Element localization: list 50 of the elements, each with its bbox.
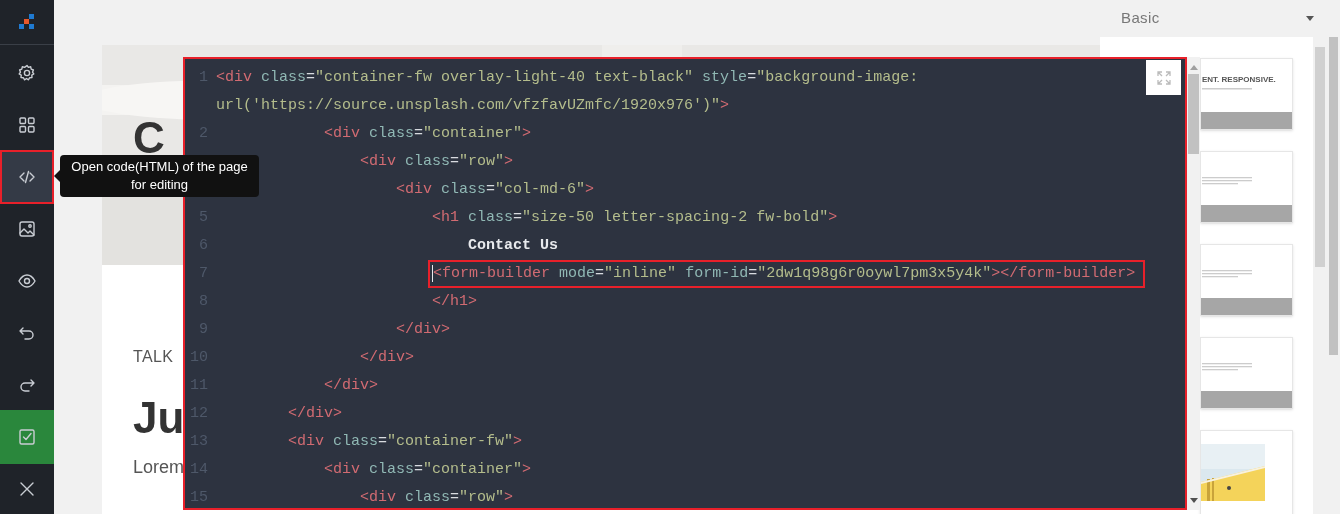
code-icon [18, 168, 36, 186]
code-line: <div class="row"> [360, 489, 514, 506]
code-line: <div class="container-fw overlay-light-40 text-black" style="background-image: url('https://source.unsplash.com/vfzfavUZmfc/1920x976')"> [216, 69, 920, 114]
eye-icon [18, 272, 36, 290]
code-line: Contact Us [468, 237, 559, 254]
section-heading: Ju [133, 393, 185, 443]
text-lines-icon [1202, 177, 1252, 185]
code-line: </h1> [432, 293, 478, 310]
code-line: <div class="col-md-6"> [396, 181, 595, 198]
body-text: Lorem [133, 456, 185, 479]
checkbox-icon [18, 428, 36, 446]
section-eyebrow: TALK [133, 347, 174, 367]
scrollbar-thumb[interactable] [1315, 47, 1325, 267]
code-line: <div class="container-fw"> [288, 433, 523, 450]
tooltip: Open code(HTML) of the page for editing [60, 155, 259, 197]
block-thumbnail[interactable] [1200, 151, 1293, 223]
scroll-down-icon[interactable] [1189, 498, 1198, 503]
grid-icon [18, 116, 36, 134]
code-line: <div class="row"> [360, 153, 514, 170]
expand-icon [1156, 70, 1171, 85]
text-lines-icon [1202, 363, 1252, 371]
block-title: ENT. RESPONSIVE. [1202, 75, 1276, 85]
block-thumbnail[interactable] [1200, 337, 1293, 409]
code-line: </div> [396, 321, 451, 338]
close-icon [18, 480, 36, 498]
tooltip-pointer [54, 170, 60, 182]
text-lines-icon [1202, 270, 1252, 278]
block-thumbnail[interactable] [1200, 430, 1293, 514]
code-line: <div class="container"> [324, 461, 532, 478]
code-line: <form-builder mode="inline" form-id="2dw1q98g6r0oywl7pm3x5y4k"></form-builder> [432, 265, 1136, 282]
code-line: <h1 class="size-50 letter-spacing-2 fw-bold"> [432, 209, 838, 226]
code-button[interactable] [0, 150, 54, 204]
block-thumbnail[interactable] [1200, 244, 1293, 316]
code-line: </div> [360, 349, 415, 366]
save-button[interactable] [0, 410, 54, 464]
fullscreen-button[interactable] [1146, 60, 1181, 95]
settings-icon [18, 64, 36, 82]
category-dropdown[interactable]: Basic [1100, 0, 1340, 37]
text-lines-icon [1202, 88, 1252, 90]
caret-icon [1306, 16, 1314, 21]
scroll-up-icon[interactable] [1189, 65, 1198, 70]
hero-title: C [133, 121, 165, 155]
scrollbar-thumb[interactable] [1188, 74, 1199, 154]
logo-icon [19, 14, 35, 30]
scrollbar-thumb[interactable] [1329, 37, 1338, 355]
block-thumbnail[interactable]: ENT. RESPONSIVE. [1200, 58, 1293, 130]
code-line: </div> [288, 405, 343, 422]
code-line: </div> [324, 377, 379, 394]
code-line: <div class="container"> [324, 125, 532, 142]
image-icon [18, 220, 36, 238]
